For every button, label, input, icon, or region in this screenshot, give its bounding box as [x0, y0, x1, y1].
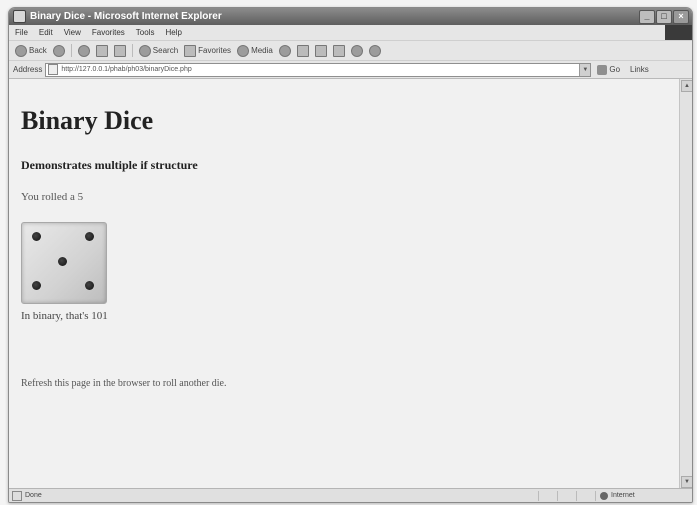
window-title: Binary Dice - Microsoft Internet Explore… [30, 11, 222, 22]
address-label: Address [13, 65, 43, 74]
star-icon [184, 44, 197, 57]
minimize-button[interactable]: _ [639, 9, 655, 24]
binary-result-text: In binary, that's 101 [21, 310, 108, 322]
address-dropdown-icon[interactable]: ▼ [579, 63, 591, 76]
windows-logo-icon [665, 25, 692, 40]
status-text: Done [25, 492, 42, 499]
page-done-icon [12, 490, 22, 501]
menu-edit[interactable]: Edit [39, 28, 53, 37]
security-zone: Internet [595, 490, 692, 501]
refresh-icon[interactable] [95, 44, 108, 57]
media-button[interactable]: Media [237, 44, 273, 57]
die-pip [85, 281, 94, 290]
history-icon[interactable] [278, 44, 291, 57]
page-icon [48, 64, 59, 75]
go-label: Go [609, 65, 621, 74]
back-arrow-icon [15, 44, 27, 57]
media-label: Media [251, 46, 273, 55]
stop-icon[interactable] [77, 44, 90, 57]
roll-result-text: You rolled a 5 [21, 191, 84, 203]
address-input[interactable]: http://127.0.0.1/phab/ph03/binaryDice.ph… [45, 62, 592, 77]
globe-icon [600, 491, 608, 500]
menu-view[interactable]: View [64, 28, 81, 37]
back-label: Back [29, 46, 47, 55]
go-button[interactable]: Go [597, 64, 621, 75]
title-bar[interactable]: Binary Dice - Microsoft Internet Explore… [9, 8, 692, 25]
search-icon [138, 44, 151, 57]
page-subtitle: Demonstrates multiple if structure [21, 158, 198, 172]
scroll-down-icon[interactable]: ▼ [681, 476, 692, 488]
print-icon[interactable] [314, 44, 327, 57]
search-label: Search [152, 46, 179, 55]
browser-window: Binary Dice - Microsoft Internet Explore… [8, 7, 693, 503]
address-bar: Address http://127.0.0.1/phab/ph03/binar… [9, 61, 692, 79]
status-cell [538, 490, 557, 501]
vertical-scrollbar[interactable]: ▲ ▼ [679, 79, 692, 489]
die-pip [58, 257, 67, 266]
die-pip [32, 232, 41, 241]
menu-tools[interactable]: Tools [136, 28, 155, 37]
mail-icon[interactable] [296, 44, 309, 57]
menu-favorites[interactable]: Favorites [92, 28, 125, 37]
die-pip [32, 281, 41, 290]
home-icon[interactable] [113, 44, 126, 57]
go-arrow-icon [597, 64, 608, 75]
toolbar: Back Search Favorites Media [9, 41, 692, 61]
die-pip [85, 232, 94, 241]
discuss-icon[interactable] [350, 44, 363, 57]
page-title: Binary Dice [21, 106, 154, 135]
favorites-button[interactable]: Favorites [184, 44, 232, 57]
forward-arrow-icon[interactable] [52, 44, 65, 57]
scroll-up-icon[interactable]: ▲ [681, 80, 692, 92]
toolbar-divider [131, 44, 133, 57]
status-cell [576, 490, 595, 501]
search-button[interactable]: Search [138, 44, 179, 57]
zone-label: Internet [611, 492, 635, 499]
favorites-label: Favorites [198, 46, 232, 55]
toolbar-divider [70, 44, 72, 57]
edit-icon[interactable] [332, 44, 345, 57]
links-button[interactable]: Links [630, 65, 649, 74]
address-url: http://127.0.0.1/phab/ph03/binaryDice.ph… [61, 66, 192, 73]
window-controls: _ □ × [639, 9, 689, 24]
status-cell [557, 490, 576, 501]
back-button[interactable]: Back [15, 44, 47, 57]
close-button[interactable]: × [673, 9, 689, 24]
menu-help[interactable]: Help [165, 28, 181, 37]
messenger-icon[interactable] [368, 44, 381, 57]
refresh-instruction: Refresh this page in the browser to roll… [21, 378, 227, 389]
page-content: Binary Dice Demonstrates multiple if str… [9, 79, 679, 489]
status-bar: Done Internet [9, 488, 692, 502]
menu-file[interactable]: File [15, 28, 28, 37]
maximize-button[interactable]: □ [656, 9, 672, 24]
ie-icon [13, 10, 26, 23]
media-icon [237, 44, 250, 57]
die-image [21, 222, 107, 304]
menu-bar: File Edit View Favorites Tools Help [9, 25, 692, 41]
